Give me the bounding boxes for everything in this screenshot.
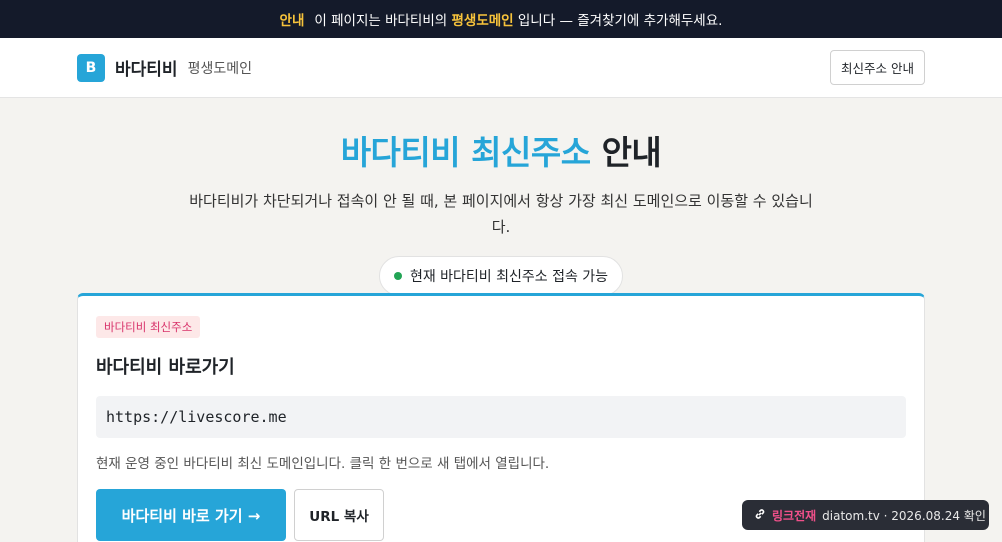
url-display[interactable]: https://livescore.me [96, 396, 906, 438]
hero-section: 바다티비 최신주소 안내 바다티비가 차단되거나 접속이 안 될 때, 본 페이… [0, 98, 1002, 296]
card-note: 현재 운영 중인 바다티비 최신 도메인입니다. 클릭 한 번으로 새 탭에서 … [96, 456, 550, 472]
link-icon [754, 508, 766, 523]
url-text: https://livescore.me [106, 408, 287, 426]
status-badge: 현재 바다티비 최신주소 접속 가능 [378, 256, 624, 296]
status-dot-icon [393, 272, 402, 280]
notice-highlight: 안내 [279, 13, 305, 29]
top-notice-bar: 안내 이 페이지는 바다티비의 평생도메인 입니다 — 즐겨찾기에 추가해두세요… [0, 0, 1002, 38]
notice-text-post: 입니다 — 즐겨찾기에 추가해두세요. [517, 13, 723, 29]
notice-text-pre: 이 페이지는 바다티비의 [314, 13, 448, 29]
page-title: 바다티비 최신주소 안내 [0, 126, 1002, 174]
copy-url-button[interactable]: URL 복사 [294, 489, 384, 541]
card-tag: 바다티비 최신주소 [96, 316, 201, 338]
card-title: 바다티비 바로가기 [96, 357, 235, 378]
latest-address-button[interactable]: 최신주소 안내 [830, 50, 925, 85]
site-header: B 바다티비 평생도메인 최신주소 안내 [0, 38, 1002, 98]
notice-emphasis: 평생도메인 [451, 13, 514, 29]
status-text: 현재 바다티비 최신주소 접속 가능 [409, 269, 609, 285]
brand[interactable]: B 바다티비 평생도메인 [77, 53, 252, 82]
title-accent: 바다티비 최신주소 [340, 133, 591, 172]
brand-name: 바다티비 [115, 60, 178, 80]
toast-text: diatom.tv · 2026.08.24 확인 [822, 508, 986, 523]
go-to-site-button[interactable]: 바다티비 바로 가기 → [96, 489, 286, 541]
toast-label: 링크전재 [772, 508, 817, 523]
link-toast[interactable]: 링크전재 diatom.tv · 2026.08.24 확인 [742, 500, 989, 530]
brand-logo: B [77, 53, 105, 82]
brand-subtitle: 평생도메인 [187, 60, 252, 77]
hero-description: 바다티비가 차단되거나 접속이 안 될 때, 본 페이지에서 항상 가장 최신 … [189, 192, 813, 236]
title-rest: 안내 [601, 133, 662, 172]
